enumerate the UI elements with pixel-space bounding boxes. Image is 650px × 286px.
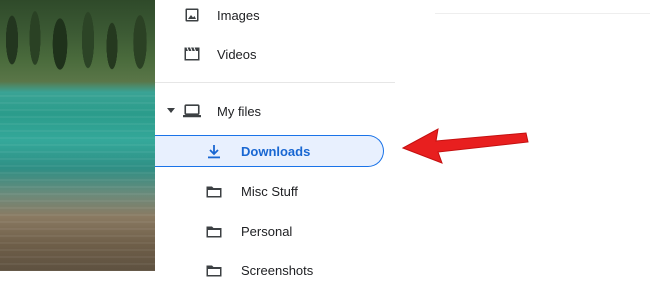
- sidebar-item-label: My files: [217, 103, 262, 119]
- sidebar-item-images[interactable]: Images: [155, 0, 387, 31]
- sidebar-item-label: Images: [217, 7, 260, 23]
- sidebar-item-misc-stuff[interactable]: Misc Stuff: [155, 175, 387, 207]
- video-icon: [183, 45, 201, 63]
- expand-arrow-icon[interactable]: [167, 108, 175, 113]
- image-icon: [183, 6, 201, 24]
- desktop-wallpaper: [0, 0, 155, 271]
- sidebar-item-personal[interactable]: Personal: [155, 215, 387, 247]
- sidebar-item-label: Personal: [241, 223, 293, 239]
- sidebar-item-label: Videos: [217, 46, 257, 62]
- sidebar-item-label: Misc Stuff: [241, 183, 298, 199]
- list-header-divider: [435, 13, 650, 14]
- sidebar-item-label: Downloads: [241, 143, 311, 159]
- annotation-arrow-icon: [401, 128, 529, 164]
- wallpaper-trees: [0, 0, 155, 95]
- wallpaper-lake: [0, 95, 155, 271]
- sidebar-item-screenshots[interactable]: Screenshots: [155, 254, 387, 286]
- folder-icon: [205, 222, 223, 240]
- folder-icon: [205, 182, 223, 200]
- files-navigation-panel: Images Videos My files Downloads Misc St…: [155, 0, 395, 278]
- download-icon: [205, 142, 223, 160]
- sidebar-item-my-files[interactable]: My files: [155, 95, 387, 127]
- sidebar-item-downloads[interactable]: Downloads: [155, 135, 384, 167]
- laptop-icon: [183, 102, 201, 120]
- sidebar-item-videos[interactable]: Videos: [155, 38, 387, 70]
- folder-icon: [205, 261, 223, 279]
- sidebar-divider: [155, 82, 395, 83]
- sidebar-item-label: Screenshots: [241, 262, 314, 278]
